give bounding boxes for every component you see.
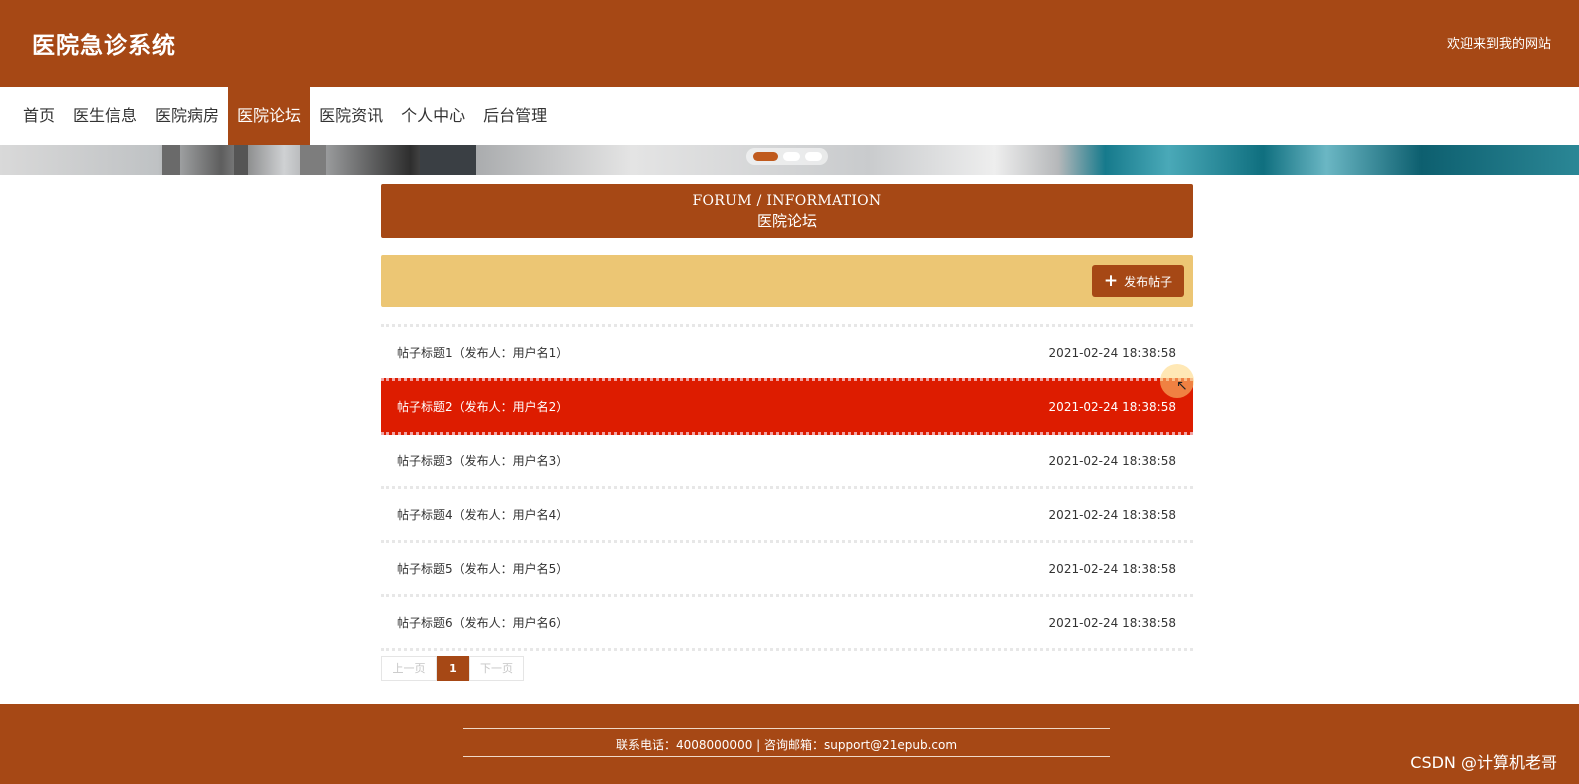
post-time: 2021-02-24 18:38:58 bbox=[1048, 399, 1176, 414]
nav-item-profile[interactable]: 个人中心 bbox=[392, 87, 474, 145]
carousel-dot-2[interactable] bbox=[782, 152, 800, 161]
plus-icon: + bbox=[1103, 270, 1119, 291]
nav-item-doctors[interactable]: 医生信息 bbox=[64, 87, 146, 145]
post-row-3[interactable]: 帖子标题3（发布人：用户名3） 2021-02-24 18:38:58 bbox=[381, 435, 1193, 486]
welcome-text: 欢迎来到我的网站 bbox=[1446, 37, 1551, 52]
post-row-4[interactable]: 帖子标题4（发布人：用户名4） 2021-02-24 18:38:58 bbox=[381, 489, 1193, 540]
carousel-dot-3[interactable] bbox=[804, 152, 822, 161]
footer-contact: 联系电话：4008000000 | 咨询邮箱：support@21epub.co… bbox=[615, 738, 958, 752]
page-number-button[interactable]: 1 bbox=[437, 656, 469, 681]
site-footer: 联系电话：4008000000 | 咨询邮箱：support@21epub.co… bbox=[0, 704, 1579, 784]
divider bbox=[381, 648, 1193, 651]
post-title[interactable]: 帖子标题5（发布人：用户名5） bbox=[397, 560, 568, 577]
next-page-button[interactable]: 下一页 bbox=[469, 656, 524, 681]
post-row-6[interactable]: 帖子标题6（发布人：用户名6） 2021-02-24 18:38:58 bbox=[381, 597, 1193, 648]
post-row-5[interactable]: 帖子标题5（发布人：用户名5） 2021-02-24 18:38:58 bbox=[381, 543, 1193, 594]
post-time: 2021-02-24 18:38:58 bbox=[1048, 345, 1176, 360]
publish-post-label: 发布帖子 bbox=[1124, 274, 1173, 289]
section-heading: FORUM / INFORMATION 医院论坛 bbox=[381, 184, 1193, 238]
post-row-1[interactable]: 帖子标题1（发布人：用户名1） 2021-02-24 18:38:58 bbox=[381, 327, 1193, 378]
banner-decor bbox=[234, 145, 248, 175]
watermark: CSDN @计算机老哥 bbox=[1410, 753, 1557, 772]
post-title[interactable]: 帖子标题6（发布人：用户名6） bbox=[397, 614, 568, 631]
carousel-dots bbox=[746, 148, 828, 165]
banner-decor bbox=[162, 145, 180, 175]
banner-decor bbox=[420, 145, 476, 175]
site-title[interactable]: 医院急诊系统 bbox=[32, 26, 176, 60]
banner-carousel bbox=[0, 145, 1579, 175]
prev-page-button[interactable]: 上一页 bbox=[381, 656, 437, 681]
post-row-2[interactable]: 帖子标题2（发布人：用户名2） 2021-02-24 18:38:58 bbox=[381, 381, 1193, 432]
footer-divider-bottom bbox=[463, 756, 1110, 757]
nav-item-admin[interactable]: 后台管理 bbox=[474, 87, 556, 145]
post-list: 帖子标题1（发布人：用户名1） 2021-02-24 18:38:58 帖子标题… bbox=[381, 324, 1193, 651]
post-time: 2021-02-24 18:38:58 bbox=[1048, 453, 1176, 468]
post-time: 2021-02-24 18:38:58 bbox=[1048, 507, 1176, 522]
main-nav: 首页 医生信息 医院病房 医院论坛 医院资讯 个人中心 后台管理 bbox=[0, 87, 1579, 145]
pagination: 上一页 1 下一页 bbox=[381, 656, 524, 681]
footer-divider-top bbox=[463, 728, 1110, 729]
banner-decor bbox=[300, 145, 326, 175]
section-title-cn: 医院论坛 bbox=[756, 212, 817, 230]
publish-post-button[interactable]: + 发布帖子 bbox=[1092, 265, 1184, 297]
forum-toolbar: + 发布帖子 bbox=[381, 255, 1193, 307]
mouse-pointer-icon: ↖ bbox=[1176, 378, 1188, 394]
nav-item-wards[interactable]: 医院病房 bbox=[146, 87, 228, 145]
carousel-dot-1[interactable] bbox=[752, 152, 778, 161]
post-time: 2021-02-24 18:38:58 bbox=[1048, 561, 1176, 576]
post-title[interactable]: 帖子标题2（发布人：用户名2） bbox=[397, 398, 568, 415]
nav-item-home[interactable]: 首页 bbox=[14, 87, 64, 145]
post-title[interactable]: 帖子标题4（发布人：用户名4） bbox=[397, 506, 568, 523]
post-title[interactable]: 帖子标题1（发布人：用户名1） bbox=[397, 344, 568, 361]
site-header: 医院急诊系统 欢迎来到我的网站 bbox=[0, 0, 1579, 87]
nav-item-news[interactable]: 医院资讯 bbox=[310, 87, 392, 145]
section-title-en: FORUM / INFORMATION bbox=[692, 193, 882, 209]
nav-item-forum[interactable]: 医院论坛 bbox=[228, 87, 311, 145]
post-title[interactable]: 帖子标题3（发布人：用户名3） bbox=[397, 452, 568, 469]
post-time: 2021-02-24 18:38:58 bbox=[1048, 615, 1176, 630]
